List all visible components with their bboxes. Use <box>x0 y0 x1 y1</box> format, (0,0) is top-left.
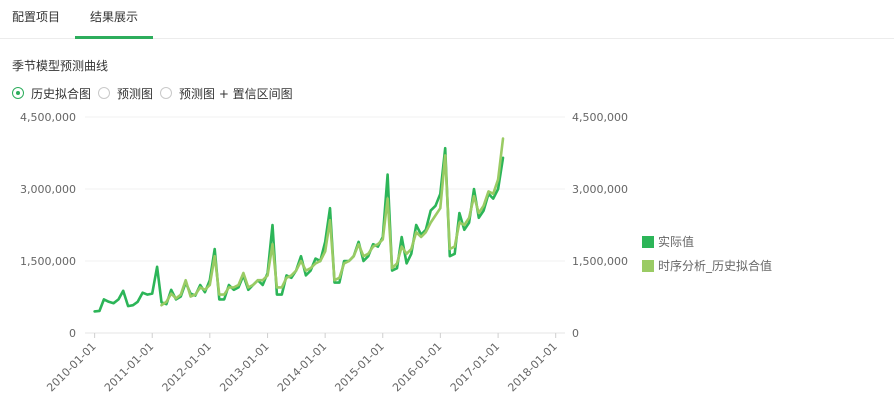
tab-bar: 配置项目 结果展示 <box>0 0 894 39</box>
y-right-tick-label: 1,500,000 <box>572 255 628 268</box>
y-left-tick-label: 0 <box>69 327 76 340</box>
legend-swatch <box>642 236 654 248</box>
radio-unselected-icon[interactable] <box>98 87 110 99</box>
radio-label: 预测图 <box>117 87 154 101</box>
x-tick-label: 2013-01-01 <box>217 340 271 394</box>
series-line-fitted <box>160 137 505 307</box>
x-tick-label: 2016-01-01 <box>390 340 444 394</box>
series-lines <box>93 137 505 313</box>
section-title: 季节模型预测曲线 <box>12 59 109 73</box>
seasonal-forecast-chart: 0 1,500,000 3,000,000 4,500,000 0 1,500,000 3… <box>20 111 628 394</box>
x-tick-label: 2018-01-01 <box>505 340 559 394</box>
x-tick-label: 2015-01-01 <box>332 340 386 394</box>
legend-label: 时序分析_历史拟合值 <box>658 259 773 273</box>
tab-config-project[interactable]: 配置项目 <box>12 0 60 36</box>
x-tick-label: 2014-01-01 <box>275 340 329 394</box>
x-axis: 2010-01-01 2011-01-01 2012-01-01 2013-01-01… <box>44 333 560 394</box>
y-left-tick-label: 1,500,000 <box>20 255 76 268</box>
series-line-actual <box>93 146 505 313</box>
x-tick-label: 2010-01-01 <box>44 340 98 394</box>
grid-lines <box>85 116 565 334</box>
radio-selected-icon[interactable] <box>12 87 24 99</box>
y-left-tick-label: 3,000,000 <box>20 183 76 196</box>
legend-label: 实际值 <box>658 235 695 249</box>
y-right-tick-label: 3,000,000 <box>572 183 628 196</box>
radio-unselected-icon[interactable] <box>160 87 172 99</box>
x-tick-label: 2012-01-01 <box>160 340 214 394</box>
radio-label: 预测图 + 置信区间图 <box>179 87 293 101</box>
legend-swatch <box>642 260 654 272</box>
tab-results-display[interactable]: 结果展示 <box>75 0 153 39</box>
y-right-tick-label: 0 <box>572 327 579 340</box>
y-left-tick-label: 4,500,000 <box>20 111 76 124</box>
radio-label: 历史拟合图 <box>31 87 92 101</box>
y-axis-left: 0 1,500,000 3,000,000 4,500,000 <box>20 111 76 340</box>
x-tick-label: 2011-01-01 <box>102 340 156 394</box>
y-right-tick-label: 4,500,000 <box>572 111 628 124</box>
y-axis-right: 0 1,500,000 3,000,000 4,500,000 <box>572 111 628 340</box>
x-tick-label: 2017-01-01 <box>448 340 502 394</box>
